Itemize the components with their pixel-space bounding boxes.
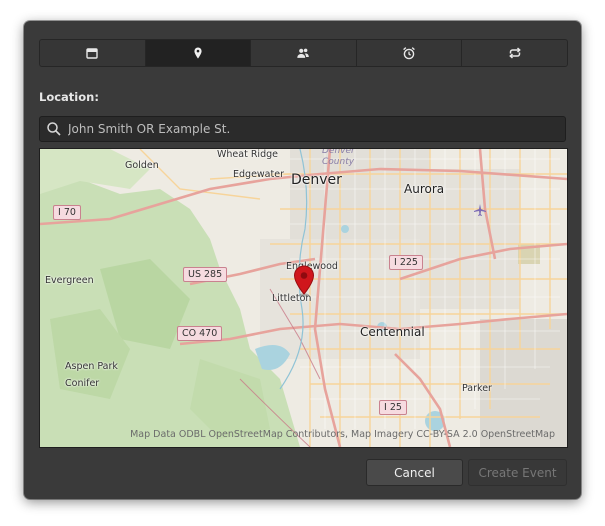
location-label: Location:	[39, 90, 99, 104]
place-wheat-ridge: Wheat Ridge	[217, 149, 278, 160]
event-dialog: Location: John Smith OR Example St. Gold…	[24, 21, 581, 499]
repeat-icon	[508, 47, 521, 59]
place-aspen-park: Aspen Park	[65, 361, 118, 372]
location-pin-icon	[293, 265, 315, 297]
tab-guests[interactable]	[251, 40, 357, 66]
place-conifer: Conifer	[65, 378, 100, 389]
shield-i70: I 70	[53, 205, 81, 220]
shield-i225: I 225	[389, 255, 423, 270]
shield-us285: US 285	[183, 267, 228, 282]
place-denver-county: Denver County	[322, 148, 355, 167]
tab-date[interactable]	[40, 40, 146, 66]
location-search	[39, 116, 566, 142]
map-view[interactable]: Golden Wheat Ridge Edgewater Denver Denv…	[39, 148, 568, 448]
shield-i25: I 25	[379, 400, 407, 415]
shield-co470: CO 470	[177, 326, 223, 341]
map-attribution: Map Data ODBL OpenStreetMap Contributors…	[130, 429, 555, 440]
cancel-button[interactable]: Cancel	[366, 459, 463, 486]
place-parker: Parker	[462, 383, 492, 394]
people-icon	[297, 48, 310, 58]
search-icon	[47, 122, 61, 136]
airport-icon	[474, 204, 486, 216]
location-search-input[interactable]	[68, 122, 538, 136]
place-aurora: Aurora	[404, 182, 445, 196]
calendar-icon	[86, 48, 98, 59]
map-pin-icon	[194, 47, 202, 59]
place-centennial: Centennial	[360, 325, 425, 339]
create-event-button[interactable]: Create Event	[468, 459, 567, 486]
place-denver: Denver	[291, 172, 342, 188]
alarm-clock-icon	[403, 47, 415, 60]
place-golden: Golden	[125, 160, 159, 171]
tab-reminder[interactable]	[356, 40, 463, 66]
tab-repeat[interactable]	[462, 40, 567, 66]
tab-bar	[39, 39, 568, 67]
place-evergreen: Evergreen	[45, 275, 94, 286]
place-edgewater: Edgewater	[233, 169, 284, 180]
tab-location[interactable]	[145, 40, 252, 66]
